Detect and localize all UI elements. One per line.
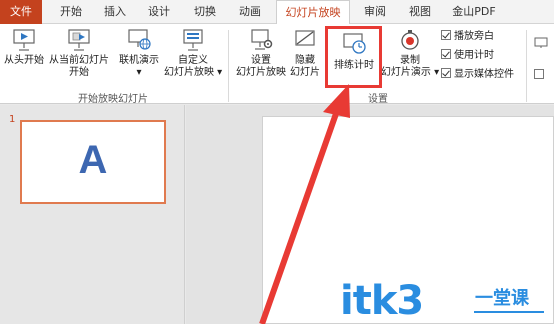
watermark-underline — [474, 311, 544, 313]
watermark: itk3 一堂课 — [340, 278, 544, 324]
watermark-logo-text: itk3 — [340, 278, 424, 324]
watermark-subtitle: 一堂课 — [475, 288, 529, 309]
annotation-arrow — [259, 84, 350, 324]
